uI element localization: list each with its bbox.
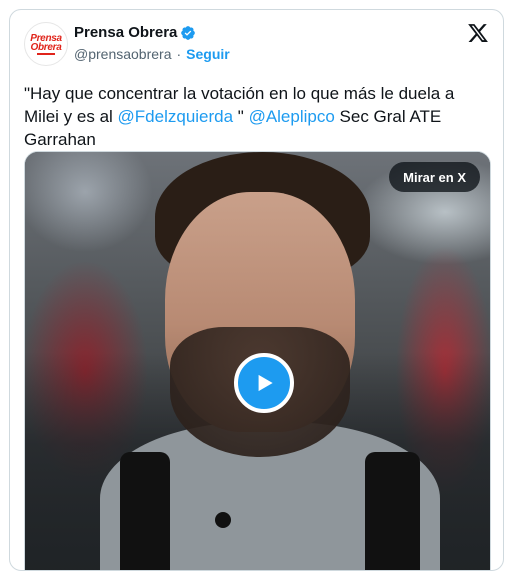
x-logo-icon[interactable] [467, 22, 489, 44]
mention-fdelzquierda[interactable]: @Fdelzquierda [118, 107, 234, 126]
watch-on-x-button[interactable]: Mirar en X [389, 162, 480, 192]
mention-aleplipco[interactable]: @Aleplipco [249, 107, 335, 126]
avatar[interactable]: Prensa Obrera [24, 22, 68, 66]
follow-button[interactable]: Seguir [186, 46, 230, 62]
separator-dot: · [176, 46, 182, 62]
avatar-logo-underline [37, 52, 55, 55]
name-row: Prensa Obrera [74, 24, 196, 41]
verified-badge-icon [181, 25, 196, 40]
play-icon [258, 374, 273, 392]
handle-row: @prensaobrera · Seguir [74, 46, 230, 62]
avatar-logo-line2: Obrera [30, 41, 62, 53]
account-name[interactable]: Prensa Obrera [74, 24, 177, 41]
backpack-strap-right [365, 452, 420, 570]
video-player[interactable]: Mirar en X [24, 151, 491, 570]
tweet-header: Prensa Obrera Prensa Obrera @prensaobrer… [10, 10, 503, 74]
tweet-text-part2: " [233, 107, 249, 126]
account-handle[interactable]: @prensaobrera [74, 46, 172, 62]
tweet-text: "Hay que concentrar la votación en lo qu… [24, 82, 494, 151]
backpack-strap-left [120, 452, 170, 570]
lapel-mic [215, 512, 231, 528]
tweet-card[interactable]: Prensa Obrera Prensa Obrera @prensaobrer… [9, 9, 504, 571]
play-button[interactable] [234, 353, 294, 413]
